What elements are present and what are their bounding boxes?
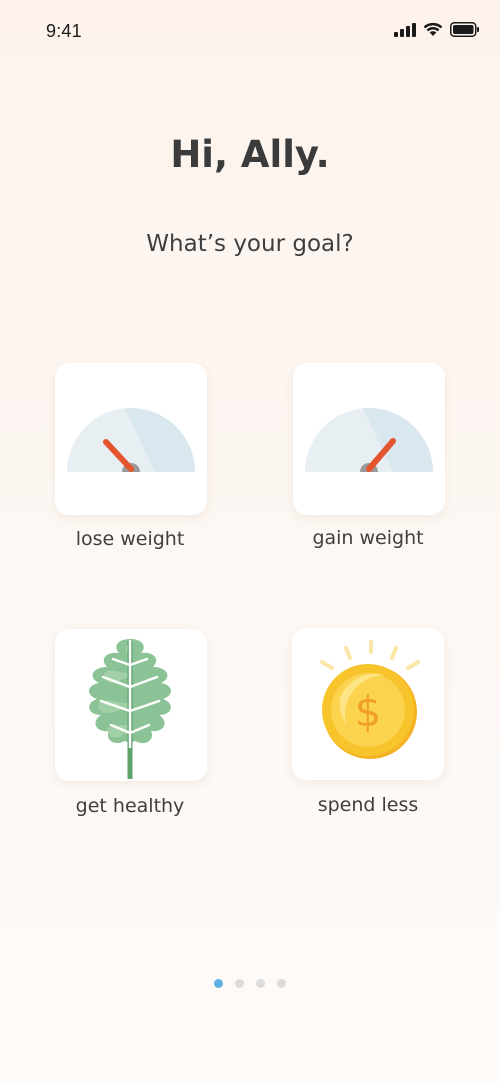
spend-less-label[interactable]: spend less bbox=[268, 794, 468, 816]
gain-weight-label[interactable]: gain weight bbox=[268, 527, 468, 549]
goal-question: What’s your goal? bbox=[146, 231, 354, 257]
scale-gauge-icon bbox=[55, 408, 207, 515]
battery-icon bbox=[450, 22, 479, 37]
leaf-icon bbox=[88, 639, 172, 779]
spend-less-card[interactable]: $ bbox=[292, 628, 444, 780]
page-dot-1[interactable] bbox=[214, 979, 223, 988]
lose-weight-label[interactable]: lose weight bbox=[30, 528, 230, 550]
coin-dollar-sign: $ bbox=[355, 687, 382, 736]
status-bar: 9:41 bbox=[0, 0, 500, 64]
status-icons bbox=[394, 22, 480, 37]
get-healthy-label[interactable]: get healthy bbox=[30, 795, 230, 817]
lose-weight-card[interactable] bbox=[55, 363, 207, 515]
status-time: 9:41 bbox=[46, 21, 82, 41]
wifi-icon bbox=[423, 22, 443, 36]
signal-icon bbox=[394, 22, 416, 37]
page-dot-4[interactable] bbox=[277, 979, 286, 988]
page-dot-3[interactable] bbox=[256, 979, 265, 988]
scale-gauge-icon bbox=[293, 408, 445, 515]
get-healthy-card[interactable] bbox=[55, 629, 207, 781]
gain-weight-card[interactable] bbox=[293, 363, 445, 515]
page-indicator bbox=[0, 979, 500, 988]
greeting-title: Hi, Ally. bbox=[170, 133, 330, 176]
coin-icon: $ bbox=[320, 640, 420, 759]
page-dot-2[interactable] bbox=[235, 979, 244, 988]
